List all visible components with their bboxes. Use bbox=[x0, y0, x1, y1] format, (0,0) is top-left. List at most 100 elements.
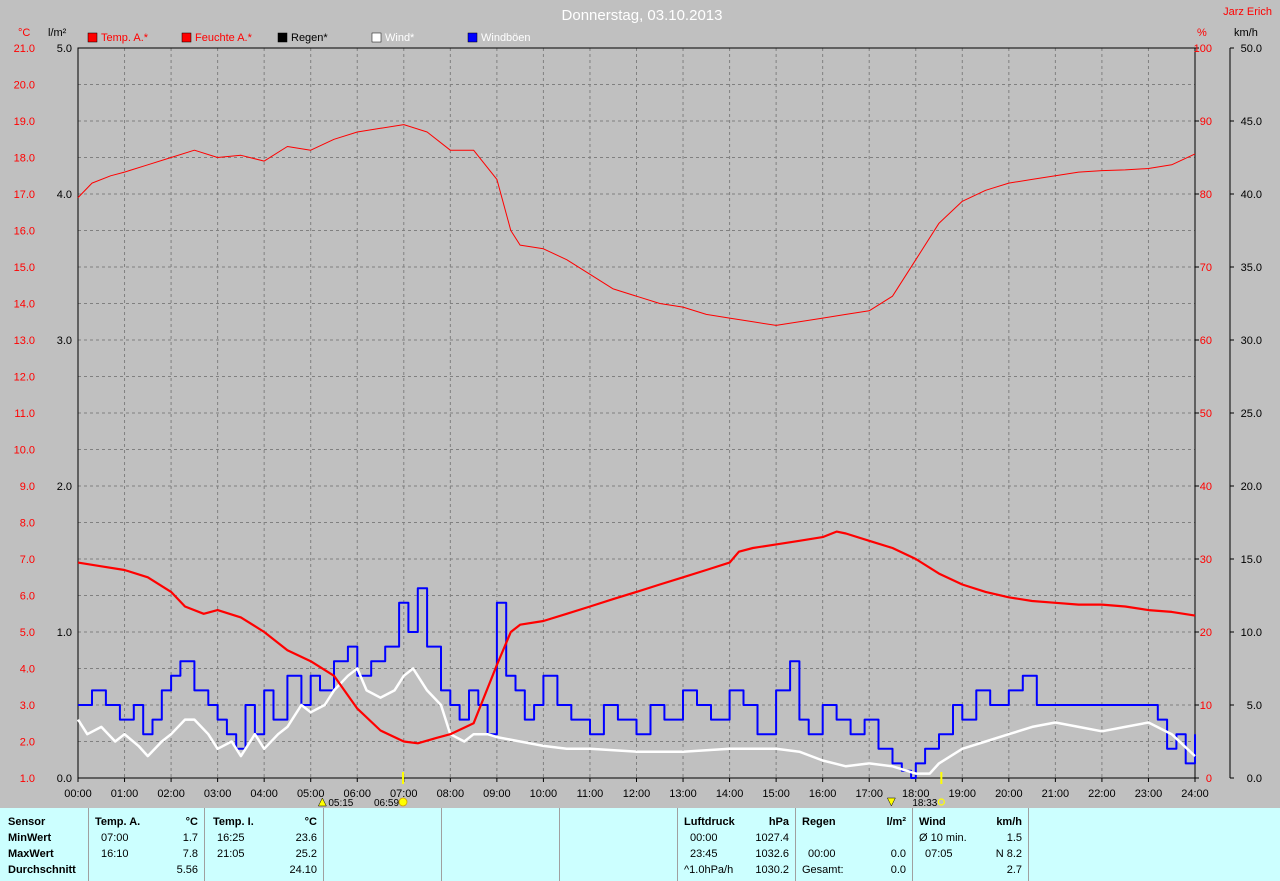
legend-label: Regen* bbox=[291, 32, 328, 44]
wind-tick-label: 10.0 bbox=[1241, 627, 1262, 639]
temp-tick-label: 20.0 bbox=[14, 80, 35, 92]
time-tick-label: 15:00 bbox=[762, 788, 790, 800]
time-tick-label: 19:00 bbox=[949, 788, 977, 800]
time-tick-label: 22:00 bbox=[1088, 788, 1116, 800]
luftdruck-trend: ^1.0hPa/h bbox=[684, 864, 734, 876]
wind-tick-label: 40.0 bbox=[1241, 189, 1262, 201]
temp-i-avg-value: 24.10 bbox=[289, 864, 317, 876]
chart-title: Donnerstag, 03.10.2013 bbox=[562, 7, 723, 24]
temp-tick-label: 5.0 bbox=[20, 627, 35, 639]
wind-tick-label: 5.0 bbox=[1247, 700, 1262, 712]
regen-header: Regen bbox=[802, 816, 836, 828]
temp-a-max-time: 16:10 bbox=[101, 848, 129, 860]
temp-tick-label: 17.0 bbox=[14, 189, 35, 201]
time-tick-label: 02:00 bbox=[157, 788, 185, 800]
hum-tick-label: 90 bbox=[1200, 116, 1212, 128]
time-tick-label: 09:00 bbox=[483, 788, 511, 800]
row-label-max: MaxWert bbox=[8, 848, 54, 860]
rain-axis-unit: l/m² bbox=[48, 27, 67, 39]
temp-tick-label: 14.0 bbox=[14, 299, 35, 311]
hum-tick-label: 100 bbox=[1194, 43, 1212, 55]
temp-tick-label: 21.0 bbox=[14, 43, 35, 55]
legend-swatch bbox=[87, 32, 98, 43]
legend-label: Windböen bbox=[481, 32, 531, 44]
hum-axis-unit: % bbox=[1197, 27, 1207, 39]
temp-tick-label: 13.0 bbox=[14, 335, 35, 347]
legend: Temp. A.* Feuchte A.* Regen* Wind* Windböen bbox=[87, 32, 531, 44]
time-tick-label: 17:00 bbox=[855, 788, 883, 800]
rain-tick-label: 1.0 bbox=[57, 627, 72, 639]
time-tick-label: 03:00 bbox=[204, 788, 232, 800]
luftdruck-min-time: 00:00 bbox=[690, 832, 718, 844]
temp-a-min-value: 1.7 bbox=[182, 832, 198, 844]
temp-tick-label: 2.0 bbox=[20, 737, 35, 749]
wind-tick-label: 35.0 bbox=[1241, 262, 1262, 274]
hum-tick-label: 60 bbox=[1200, 335, 1212, 347]
sunset-time: 18:33 bbox=[912, 798, 937, 808]
wind-max-value: N 8.2 bbox=[995, 848, 1022, 860]
wind-unit: km/h bbox=[996, 816, 1022, 828]
wind-avg-value: 2.7 bbox=[1006, 864, 1022, 876]
temp-tick-label: 1.0 bbox=[20, 773, 35, 785]
luftdruck-min-value: 1027.4 bbox=[755, 832, 789, 844]
wind-tick-label: 30.0 bbox=[1241, 335, 1262, 347]
time-tick-label: 00:00 bbox=[64, 788, 92, 800]
temp-tick-label: 4.0 bbox=[20, 664, 35, 676]
temp-i-min-value: 23.6 bbox=[295, 832, 317, 844]
moon-icon bbox=[937, 798, 945, 806]
wind-avg10-value: 1.5 bbox=[1006, 832, 1022, 844]
temp-i-column: Temp. I. °C 16:25 21:05 23.6 25.2 24.10 bbox=[205, 808, 324, 881]
time-tick-label: 24:00 bbox=[1181, 788, 1209, 800]
temp-tick-label: 11.0 bbox=[14, 408, 35, 420]
wind-tick-label: 50.0 bbox=[1241, 43, 1262, 55]
luftdruck-column: Luftdruck hPa 00:00 23:45 ^1.0hPa/h 1027… bbox=[678, 808, 796, 881]
wind-max-time: 07:05 bbox=[925, 848, 953, 860]
time-tick-label: 20:00 bbox=[995, 788, 1023, 800]
regen-column: Regen l/m² 00:00 Gesamt: 0.0 0.0 bbox=[796, 808, 913, 881]
rain-tick-label: 4.0 bbox=[57, 189, 72, 201]
time-tick-label: 05:00 bbox=[297, 788, 325, 800]
hum-tick-label: 50 bbox=[1200, 408, 1212, 420]
temp-a-max-value: 7.8 bbox=[182, 848, 198, 860]
temp-axis-unit: °C bbox=[18, 27, 30, 39]
sensor-header: Sensor bbox=[8, 816, 46, 828]
temp-a-header: Temp. A. bbox=[95, 816, 141, 828]
rain-tick-label: 0.0 bbox=[57, 773, 72, 785]
temp-tick-label: 12.0 bbox=[14, 372, 35, 384]
legend-swatch bbox=[277, 32, 288, 43]
regen-total-value: 0.0 bbox=[890, 864, 906, 876]
hum-tick-label: 0 bbox=[1206, 773, 1212, 785]
hum-tick-label: 70 bbox=[1200, 262, 1212, 274]
luftdruck-header: Luftdruck bbox=[684, 816, 735, 828]
dusk-icon bbox=[886, 797, 896, 807]
luftdruck-unit: hPa bbox=[768, 816, 789, 828]
regen-max-time: 00:00 bbox=[808, 848, 836, 860]
legend-label: Temp. A.* bbox=[101, 32, 149, 44]
temp-a-min-time: 07:00 bbox=[101, 832, 129, 844]
rain-tick-label: 3.0 bbox=[57, 335, 72, 347]
rain-tick-label: 2.0 bbox=[57, 481, 72, 493]
hum-tick-label: 30 bbox=[1200, 554, 1212, 566]
stats-panel: Sensor MinWert MaxWert Durchschnitt Temp… bbox=[0, 808, 1280, 881]
time-tick-label: 23:00 bbox=[1135, 788, 1163, 800]
temp-tick-label: 7.0 bbox=[20, 554, 35, 566]
legend-label: Wind* bbox=[385, 32, 415, 44]
sensor-column: Sensor MinWert MaxWert Durchschnitt bbox=[0, 808, 89, 881]
time-tick-label: 14:00 bbox=[716, 788, 744, 800]
time-tick-label: 13:00 bbox=[669, 788, 697, 800]
sunrise-time: 06:59 bbox=[374, 798, 399, 808]
temp-i-max-time: 21:05 bbox=[217, 848, 245, 860]
temp-tick-label: 10.0 bbox=[14, 445, 35, 457]
temp-i-header: Temp. I. bbox=[213, 816, 254, 828]
temp-tick-label: 3.0 bbox=[20, 700, 35, 712]
temp-i-unit: °C bbox=[304, 816, 317, 828]
time-tick-label: 12:00 bbox=[623, 788, 651, 800]
dawn-time: 05:15 bbox=[328, 798, 353, 808]
wind-header: Wind bbox=[919, 816, 946, 828]
author-label: Jarz Erich bbox=[1223, 6, 1272, 18]
time-tick-label: 21:00 bbox=[1042, 788, 1070, 800]
wind-avg10-label: Ø 10 min. bbox=[919, 832, 967, 844]
time-tick-label: 04:00 bbox=[250, 788, 278, 800]
temp-i-min-time: 16:25 bbox=[217, 832, 245, 844]
wind-tick-label: 15.0 bbox=[1241, 554, 1262, 566]
